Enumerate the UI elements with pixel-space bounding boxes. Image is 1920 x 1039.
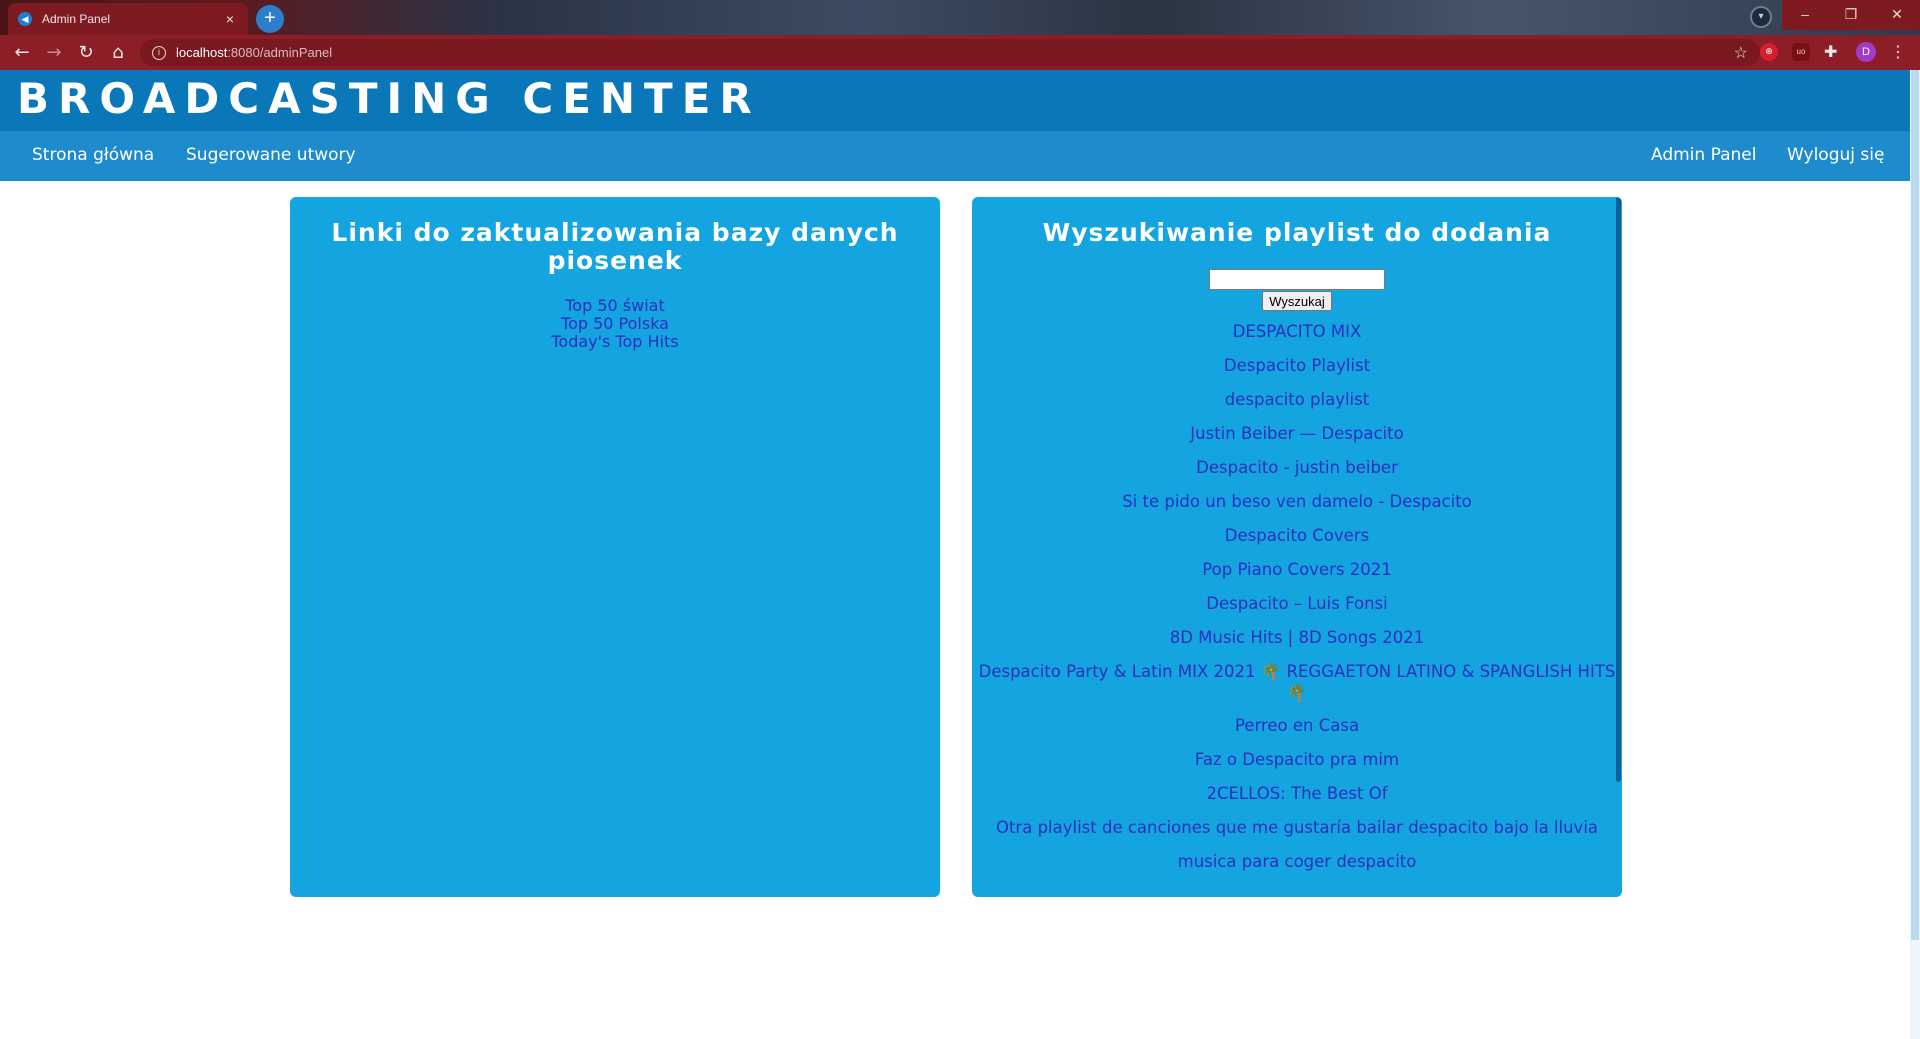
- site-title: BROADCASTING CENTER: [17, 74, 761, 123]
- info-icon[interactable]: i: [152, 45, 166, 60]
- results-scrollbar-thumb[interactable]: [1616, 197, 1621, 782]
- ublock-extension-icon[interactable]: uo: [1792, 43, 1810, 61]
- search-result-item[interactable]: 8D Music Hits | 8D Songs 2021: [972, 621, 1622, 655]
- search-result-item[interactable]: Despacito Party & Latin MIX 2021 🌴 REGGA…: [972, 655, 1622, 709]
- address-bar[interactable]: i localhost:8080/adminPanel ☆: [140, 39, 1760, 66]
- search-result-item[interactable]: Si te pido un beso ven damelo - Despacit…: [972, 485, 1622, 519]
- reload-icon[interactable]: ↻: [74, 41, 98, 65]
- site-navbar: Strona główna Sugerowane utwory Admin Pa…: [0, 131, 1910, 181]
- search-input[interactable]: [1209, 269, 1385, 290]
- restore-button[interactable]: ❐: [1828, 0, 1874, 30]
- nav-home-link[interactable]: Strona główna: [32, 145, 154, 165]
- tab-search-icon[interactable]: ▾: [1750, 6, 1772, 28]
- tab-title: Admin Panel: [42, 12, 111, 26]
- page-content: BROADCASTING CENTER Strona główna Sugero…: [0, 70, 1920, 1039]
- url-host: localhost: [176, 45, 228, 60]
- results-scrollbar[interactable]: [1615, 197, 1622, 897]
- site-header: BROADCASTING CENTER: [0, 70, 1910, 131]
- url-path: :8080/adminPanel: [227, 45, 333, 60]
- update-links-list: Top 50 świat Top 50 Polska Today's Top H…: [290, 297, 940, 351]
- search-result-item[interactable]: Faz o Despacito pra mim: [972, 743, 1622, 777]
- home-icon[interactable]: ⌂: [106, 41, 130, 65]
- forward-arrow-icon[interactable]: →: [42, 41, 66, 65]
- minimize-button[interactable]: –: [1782, 0, 1828, 30]
- page-scrollbar[interactable]: [1910, 70, 1920, 1039]
- browser-toolbar: ← → ↻ ⌂ i localhost:8080/adminPanel ☆ ⊕ …: [0, 35, 1920, 70]
- profile-avatar[interactable]: D: [1856, 42, 1876, 62]
- new-tab-button[interactable]: +: [256, 5, 284, 33]
- update-links-title: Linki do zaktualizowania bazy danych pio…: [331, 218, 899, 275]
- search-result-item[interactable]: 2CELLOS: The Best Of: [972, 777, 1622, 811]
- playlist-search-title: Wyszukiwanie playlist do dodania: [1042, 218, 1552, 247]
- tab-close-icon[interactable]: ×: [222, 11, 238, 27]
- search-result-item[interactable]: Perreo en Casa: [972, 709, 1622, 743]
- search-result-item[interactable]: musica para coger despacito: [972, 845, 1622, 879]
- update-links-panel: Linki do zaktualizowania bazy danych pio…: [290, 197, 940, 897]
- update-link-top50-poland[interactable]: Top 50 Polska: [290, 315, 940, 333]
- puzzle-icon[interactable]: ✚: [1824, 42, 1837, 61]
- search-button[interactable]: Wyszukaj: [1262, 291, 1332, 311]
- search-result-item[interactable]: Despacito Covers: [972, 519, 1622, 553]
- search-results-list: DESPACITO MIX Despacito Playlist despaci…: [972, 315, 1622, 879]
- update-link-todays-top-hits[interactable]: Today's Top Hits: [290, 333, 940, 351]
- extension-red-icon[interactable]: ⊕: [1760, 43, 1778, 61]
- back-arrow-icon[interactable]: ←: [10, 41, 34, 65]
- search-result-item[interactable]: Justin Beiber — Despacito: [972, 417, 1622, 451]
- playlist-search-panel: Wyszukiwanie playlist do dodania Wyszuka…: [972, 197, 1622, 897]
- nav-admin-link[interactable]: Admin Panel: [1651, 145, 1756, 165]
- search-result-item[interactable]: Otra playlist de canciones que me gustar…: [972, 811, 1622, 845]
- nav-suggested-link[interactable]: Sugerowane utwory: [186, 145, 356, 165]
- close-window-button[interactable]: ✕: [1874, 0, 1920, 30]
- search-result-item[interactable]: despacito playlist: [972, 383, 1622, 417]
- search-result-item[interactable]: Despacito Playlist: [972, 349, 1622, 383]
- search-result-item[interactable]: Pop Piano Covers 2021: [972, 553, 1622, 587]
- browser-tab[interactable]: ◀ Admin Panel ×: [8, 3, 248, 35]
- kebab-menu-icon[interactable]: ⋮: [1890, 42, 1906, 61]
- search-result-item[interactable]: DESPACITO MIX: [972, 315, 1622, 349]
- search-form: Wyszukaj: [972, 269, 1622, 311]
- star-icon[interactable]: ☆: [1734, 43, 1748, 63]
- vscode-favicon-icon: ◀: [18, 12, 32, 26]
- page-scrollbar-thumb[interactable]: [1911, 70, 1919, 940]
- search-result-item[interactable]: Despacito - justin beiber: [972, 451, 1622, 485]
- browser-tab-strip: ◀ Admin Panel × + ▾ – ❐ ✕: [0, 0, 1920, 35]
- search-result-item[interactable]: Despacito – Luis Fonsi: [972, 587, 1622, 621]
- update-link-top50-world[interactable]: Top 50 świat: [290, 297, 940, 315]
- nav-logout-link[interactable]: Wyloguj się: [1787, 145, 1884, 165]
